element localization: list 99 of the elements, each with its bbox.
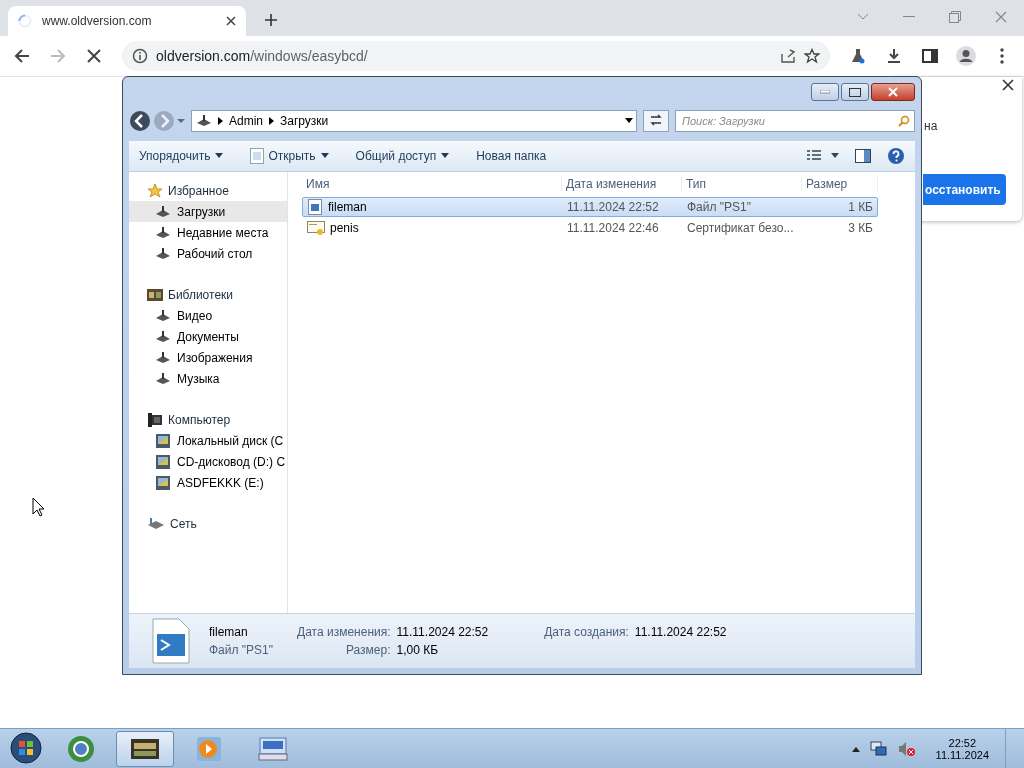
close-icon bbox=[226, 16, 236, 26]
file-name: fileman bbox=[328, 200, 367, 214]
toolbar-button[interactable]: Общий доступ bbox=[355, 149, 451, 163]
clock[interactable]: 22:52 11.11.2024 bbox=[935, 736, 989, 761]
windows-logo-icon bbox=[8, 730, 44, 765]
network-status-icon[interactable] bbox=[869, 740, 888, 757]
back-button[interactable] bbox=[129, 110, 151, 132]
nav-item[interactable]: Локальный диск (C bbox=[129, 430, 287, 451]
search-icon bbox=[898, 115, 910, 127]
nav-item[interactable]: Документы bbox=[129, 326, 287, 347]
maximize-icon bbox=[849, 87, 861, 97]
nav-item[interactable]: ASDFEKKK (E:) bbox=[129, 472, 287, 493]
type-cell-text: Сертификат безо... bbox=[686, 221, 795, 235]
browser-tab[interactable]: www.oldversion.com bbox=[8, 6, 246, 36]
help-icon[interactable] bbox=[887, 147, 905, 165]
drive-icon bbox=[155, 432, 171, 449]
details-label: Дата создания: bbox=[543, 625, 629, 639]
breadcrumb[interactable]: Admin bbox=[229, 114, 263, 128]
nav-group-heading[interactable]: Сеть bbox=[129, 513, 287, 534]
nav-group-heading[interactable]: Библиотеки bbox=[129, 284, 287, 305]
address-bar[interactable]: Admin Загрузки bbox=[191, 110, 637, 132]
back-arrow-icon bbox=[14, 48, 30, 64]
close-icon bbox=[887, 87, 899, 97]
forward-arrow-icon bbox=[50, 48, 66, 64]
file-row[interactable]: fileman 11.11.2024 22:52 Файл "PS1" 1 КБ bbox=[302, 197, 878, 217]
caret-icon bbox=[214, 153, 225, 159]
type-cell-text: Файл "PS1" bbox=[686, 200, 753, 214]
bookmark-star-icon[interactable] bbox=[804, 48, 820, 64]
date-cell-text: 11.11.2024 22:52 bbox=[566, 200, 660, 214]
refresh-icon bbox=[649, 113, 663, 126]
tab-title: www.oldversion.com bbox=[42, 14, 153, 28]
browser-app-icon bbox=[66, 733, 96, 764]
certificate-icon bbox=[307, 220, 325, 236]
details-file-type: Файл "PS1" bbox=[209, 643, 274, 657]
muted-speaker-icon[interactable] bbox=[897, 740, 916, 757]
mouse-cursor-icon bbox=[32, 497, 46, 517]
network-icon bbox=[147, 516, 165, 531]
share-icon[interactable] bbox=[780, 48, 796, 64]
file-row[interactable]: penis 11.11.2024 22:46 Сертификат безо... 3 КБ bbox=[302, 218, 878, 238]
details-value: 11.11.2024 22:52 bbox=[634, 625, 727, 639]
close-icon[interactable] bbox=[1002, 79, 1014, 91]
search-field[interactable]: Поиск: Загрузки bbox=[675, 110, 915, 132]
history-dropdown-icon[interactable] bbox=[177, 118, 185, 124]
toolbar-button[interactable]: Новая папка bbox=[476, 149, 547, 163]
details-value: 11.11.2024 22:52 bbox=[396, 625, 489, 639]
caret-icon bbox=[319, 153, 330, 159]
details-value: 1,00 КБ bbox=[396, 643, 440, 657]
media-app-icon bbox=[196, 735, 222, 762]
dropdown-icon[interactable] bbox=[622, 118, 636, 124]
column-header[interactable]: Имя bbox=[302, 177, 562, 191]
column-header[interactable]: Тип bbox=[682, 177, 802, 191]
nav-item[interactable]: Рабочий стол bbox=[129, 243, 287, 264]
info-icon bbox=[132, 48, 148, 64]
document-icon bbox=[250, 148, 265, 164]
nav-item[interactable]: Загрузки bbox=[129, 201, 287, 222]
nav-item[interactable]: Изображения bbox=[129, 347, 287, 368]
nav-item[interactable]: CD-дисковод (D:) C bbox=[129, 451, 287, 472]
size-cell-text: 3 КБ bbox=[847, 221, 874, 235]
toolbar-button[interactable]: Упорядочить bbox=[139, 149, 225, 163]
nav-group-heading[interactable]: Компьютер bbox=[129, 409, 287, 430]
computer-icon bbox=[147, 411, 163, 428]
details-file-name: fileman bbox=[209, 625, 249, 639]
close-button[interactable] bbox=[871, 83, 915, 101]
nav-item[interactable]: Недавние места bbox=[129, 222, 287, 243]
toolbar-button[interactable]: Открыть bbox=[250, 148, 330, 164]
star-icon bbox=[147, 182, 163, 199]
chevron-icon[interactable] bbox=[269, 117, 274, 125]
taskbar-app-button[interactable] bbox=[116, 730, 174, 767]
drive-icon bbox=[155, 453, 171, 470]
date-cell-text: 11.11.2024 22:46 bbox=[566, 221, 660, 235]
drive-icon bbox=[155, 474, 171, 491]
popup-text: на bbox=[924, 119, 938, 133]
chevron-icon[interactable] bbox=[218, 117, 223, 125]
script-file-icon bbox=[307, 199, 323, 215]
size-cell-text: 1 КБ bbox=[847, 200, 874, 214]
minimize-button[interactable] bbox=[811, 83, 839, 101]
nav-item[interactable]: Видео bbox=[129, 305, 287, 326]
nav-group-heading[interactable]: Избранное bbox=[129, 180, 287, 201]
show-hidden-icons-icon[interactable] bbox=[851, 745, 860, 752]
maximize-button[interactable] bbox=[841, 83, 869, 101]
nav-item[interactable]: Музыка bbox=[129, 368, 287, 389]
preview-pane-icon[interactable] bbox=[855, 149, 871, 163]
column-header[interactable]: Дата изменения bbox=[562, 177, 682, 191]
caret-icon bbox=[440, 153, 451, 159]
refresh-button[interactable] bbox=[643, 110, 669, 132]
breadcrumb[interactable]: Загрузки bbox=[280, 114, 329, 128]
address-bar[interactable]: oldversion.com/windows/easybcd/ bbox=[122, 41, 830, 71]
view-options-icon[interactable] bbox=[807, 150, 839, 162]
details-label: Дата изменения: bbox=[297, 625, 391, 639]
plus-icon bbox=[264, 13, 278, 27]
stop-icon bbox=[87, 49, 101, 63]
restore-button[interactable]: осстановить bbox=[923, 174, 1006, 205]
file-name: penis bbox=[330, 221, 359, 235]
search-input[interactable]: Поиск: Загрузки bbox=[680, 114, 898, 128]
library-icon bbox=[147, 287, 163, 302]
column-header[interactable]: Размер bbox=[802, 177, 878, 191]
details-label: Размер: bbox=[344, 643, 391, 657]
minimize-icon bbox=[820, 90, 830, 94]
script-file-icon bbox=[151, 618, 191, 664]
